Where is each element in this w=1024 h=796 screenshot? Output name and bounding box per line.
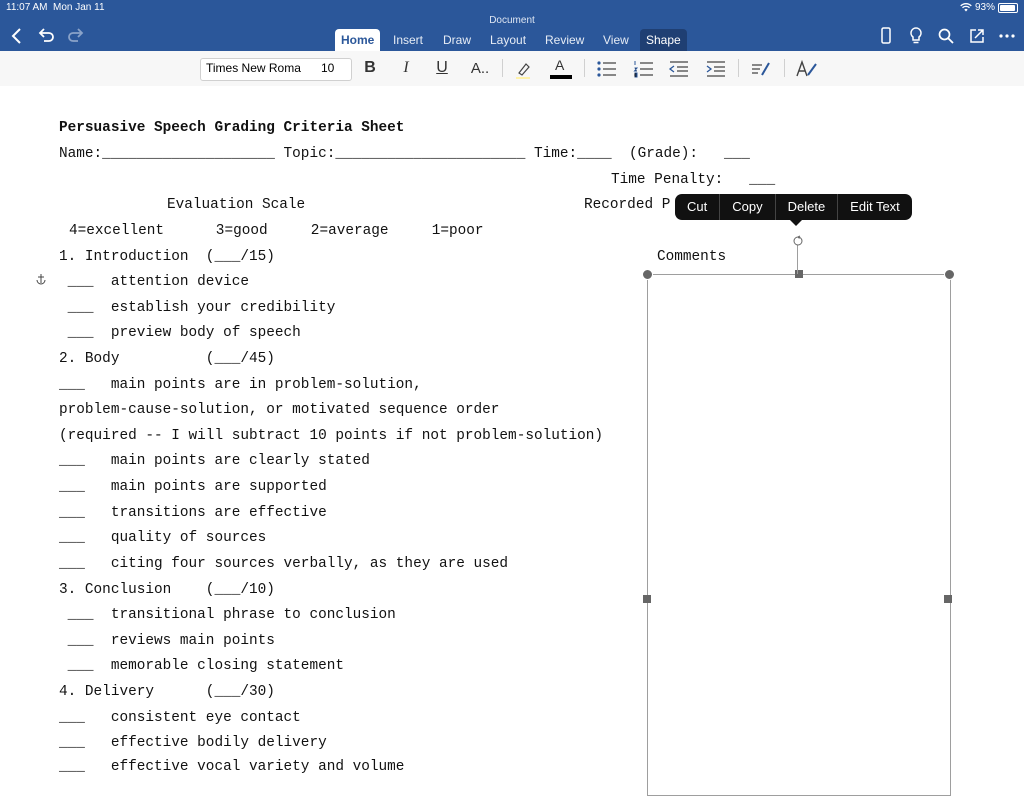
recorded-label: Recorded P: [584, 197, 671, 213]
criteria-item: ___ consistent eye contact: [59, 710, 301, 726]
document-title: Document: [489, 15, 535, 26]
comments-label: Comments: [657, 249, 727, 265]
criteria-item: ___ main points are clearly stated: [59, 453, 370, 469]
ribbon-divider: [502, 59, 503, 77]
bold-button[interactable]: B: [360, 57, 380, 79]
font-size-field[interactable]: 10: [321, 61, 334, 75]
resize-handle-top-right[interactable]: [944, 269, 955, 280]
context-menu: Cut Copy Delete Edit Text: [675, 194, 912, 226]
undo-icon[interactable]: [35, 25, 57, 47]
scale-legend: 4=excellent 3=good 2=average 1=poor: [69, 223, 484, 239]
ribbon-divider: [738, 59, 739, 77]
search-icon[interactable]: [935, 25, 957, 47]
highlighter-icon[interactable]: [512, 59, 534, 81]
delete-menu-item[interactable]: Delete: [776, 194, 839, 220]
section-conclusion: 3. Conclusion (___/10): [59, 582, 275, 598]
font-color-swatch: [550, 75, 572, 79]
criteria-item: ___ transitional phrase to conclusion: [59, 607, 396, 623]
resize-handle-right[interactable]: [944, 595, 952, 603]
evaluation-scale-heading: Evaluation Scale: [167, 197, 306, 213]
more-icon[interactable]: [996, 25, 1018, 47]
anchor-icon[interactable]: [35, 273, 47, 285]
font-name-field[interactable]: Times New Roman: [206, 61, 301, 75]
criteria-item: ___ effective bodily delivery: [59, 735, 327, 751]
bullet-list-icon[interactable]: [596, 59, 618, 79]
status-date: Mon Jan 11: [53, 2, 105, 13]
time-penalty-line: Time Penalty: ___: [611, 172, 776, 188]
resize-handle-left[interactable]: [643, 595, 651, 603]
redo-icon[interactable]: [65, 25, 87, 47]
criteria-note: (required -- I will subtract 10 points i…: [59, 428, 604, 444]
increase-indent-icon[interactable]: [705, 59, 727, 79]
underline-button[interactable]: U: [432, 57, 452, 79]
criteria-item: ___ preview body of speech: [59, 325, 301, 341]
ribbon-toolbar: Times New Roman 10 B I U A.. A: [0, 51, 1024, 87]
rotate-handle-icon[interactable]: [792, 235, 804, 247]
selected-text-box[interactable]: [642, 269, 955, 796]
section-body: 2. Body (___/45): [59, 351, 275, 367]
criteria-item: ___ main points are supported: [59, 479, 327, 495]
section-delivery: 4. Delivery (___/30): [59, 684, 275, 700]
criteria-item-continued: problem-cause-solution, or motivated seq…: [59, 402, 500, 418]
tab-view[interactable]: View: [597, 29, 635, 51]
cut-menu-item[interactable]: Cut: [675, 194, 721, 220]
rotation-stem: [797, 244, 798, 274]
name-topic-line: Name:____________________ Topic:________…: [59, 146, 750, 162]
section-introduction: 1. Introduction (___/15): [59, 249, 275, 265]
resize-handle-top-left[interactable]: [642, 269, 653, 280]
font-color-letter: A: [555, 57, 565, 73]
copy-menu-item[interactable]: Copy: [720, 194, 776, 220]
status-right: 93%: [960, 2, 1018, 13]
font-picker[interactable]: Times New Roman 10: [200, 58, 352, 81]
ribbon-divider: [584, 59, 585, 77]
criteria-item: ___ quality of sources: [59, 530, 267, 546]
tab-home[interactable]: Home: [335, 29, 381, 51]
italic-button[interactable]: I: [396, 57, 416, 79]
numbered-list-icon[interactable]: [633, 59, 655, 79]
criteria-item: ___ establish your credibility: [59, 300, 336, 316]
decrease-indent-icon[interactable]: [668, 59, 690, 79]
tab-shape[interactable]: Shape: [640, 29, 687, 51]
share-icon[interactable]: [966, 25, 988, 47]
styles-icon[interactable]: [750, 59, 772, 79]
battery-icon: [998, 2, 1018, 13]
title-bar: 11:07 AM Mon Jan 11 Document 93% Home In…: [0, 0, 1024, 51]
edit-text-menu-item[interactable]: Edit Text: [838, 194, 912, 220]
text-effects-button[interactable]: A..: [468, 57, 492, 79]
lightbulb-icon[interactable]: [905, 25, 927, 47]
criteria-item: ___ memorable closing statement: [59, 658, 344, 674]
criteria-item: ___ reviews main points: [59, 633, 275, 649]
tab-layout[interactable]: Layout: [484, 29, 532, 51]
back-icon[interactable]: [6, 25, 28, 47]
phone-view-icon[interactable]: [875, 25, 897, 47]
criteria-item: ___ attention device: [59, 274, 249, 290]
criteria-item: ___ effective vocal variety and volume: [59, 759, 405, 775]
format-painter-icon[interactable]: [795, 58, 819, 80]
tab-draw[interactable]: Draw: [437, 29, 477, 51]
tab-review[interactable]: Review: [539, 29, 590, 51]
status-time: 11:07 AM: [6, 2, 48, 13]
font-color-button[interactable]: A: [550, 57, 572, 81]
ribbon-divider: [784, 59, 785, 77]
battery-percent: 93%: [974, 2, 995, 13]
wifi-icon: [960, 3, 972, 12]
criteria-item: ___ transitions are effective: [59, 505, 327, 521]
tab-insert[interactable]: Insert: [387, 29, 429, 51]
document-title-line: Persuasive Speech Grading Criteria Sheet: [59, 120, 405, 136]
criteria-item: ___ citing four sources verbally, as the…: [59, 556, 509, 572]
criteria-item: ___ main points are in problem-solution,: [59, 377, 422, 393]
